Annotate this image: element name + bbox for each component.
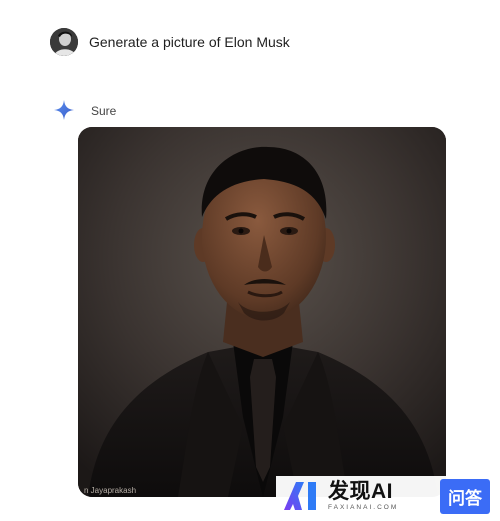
watermark-qa-badge: 问答 <box>440 478 490 514</box>
watermark-brand-name: 发现AI <box>328 479 393 503</box>
image-credit-text: n Jayaprakash <box>84 486 137 495</box>
site-watermark: 发现AI FAXIANAI.COM 问答 <box>276 476 496 516</box>
watermark-brand-url: FAXIANAI.COM <box>328 503 399 511</box>
assistant-reply-text: Sure <box>91 104 117 118</box>
generated-portrait-image[interactable]: n Jayaprakash <box>78 127 446 497</box>
user-prompt-text: Generate a picture of Elon Musk <box>89 34 290 50</box>
user-avatar <box>50 28 78 56</box>
ai-logo-icon <box>282 480 324 512</box>
sparkle-icon <box>53 99 75 121</box>
